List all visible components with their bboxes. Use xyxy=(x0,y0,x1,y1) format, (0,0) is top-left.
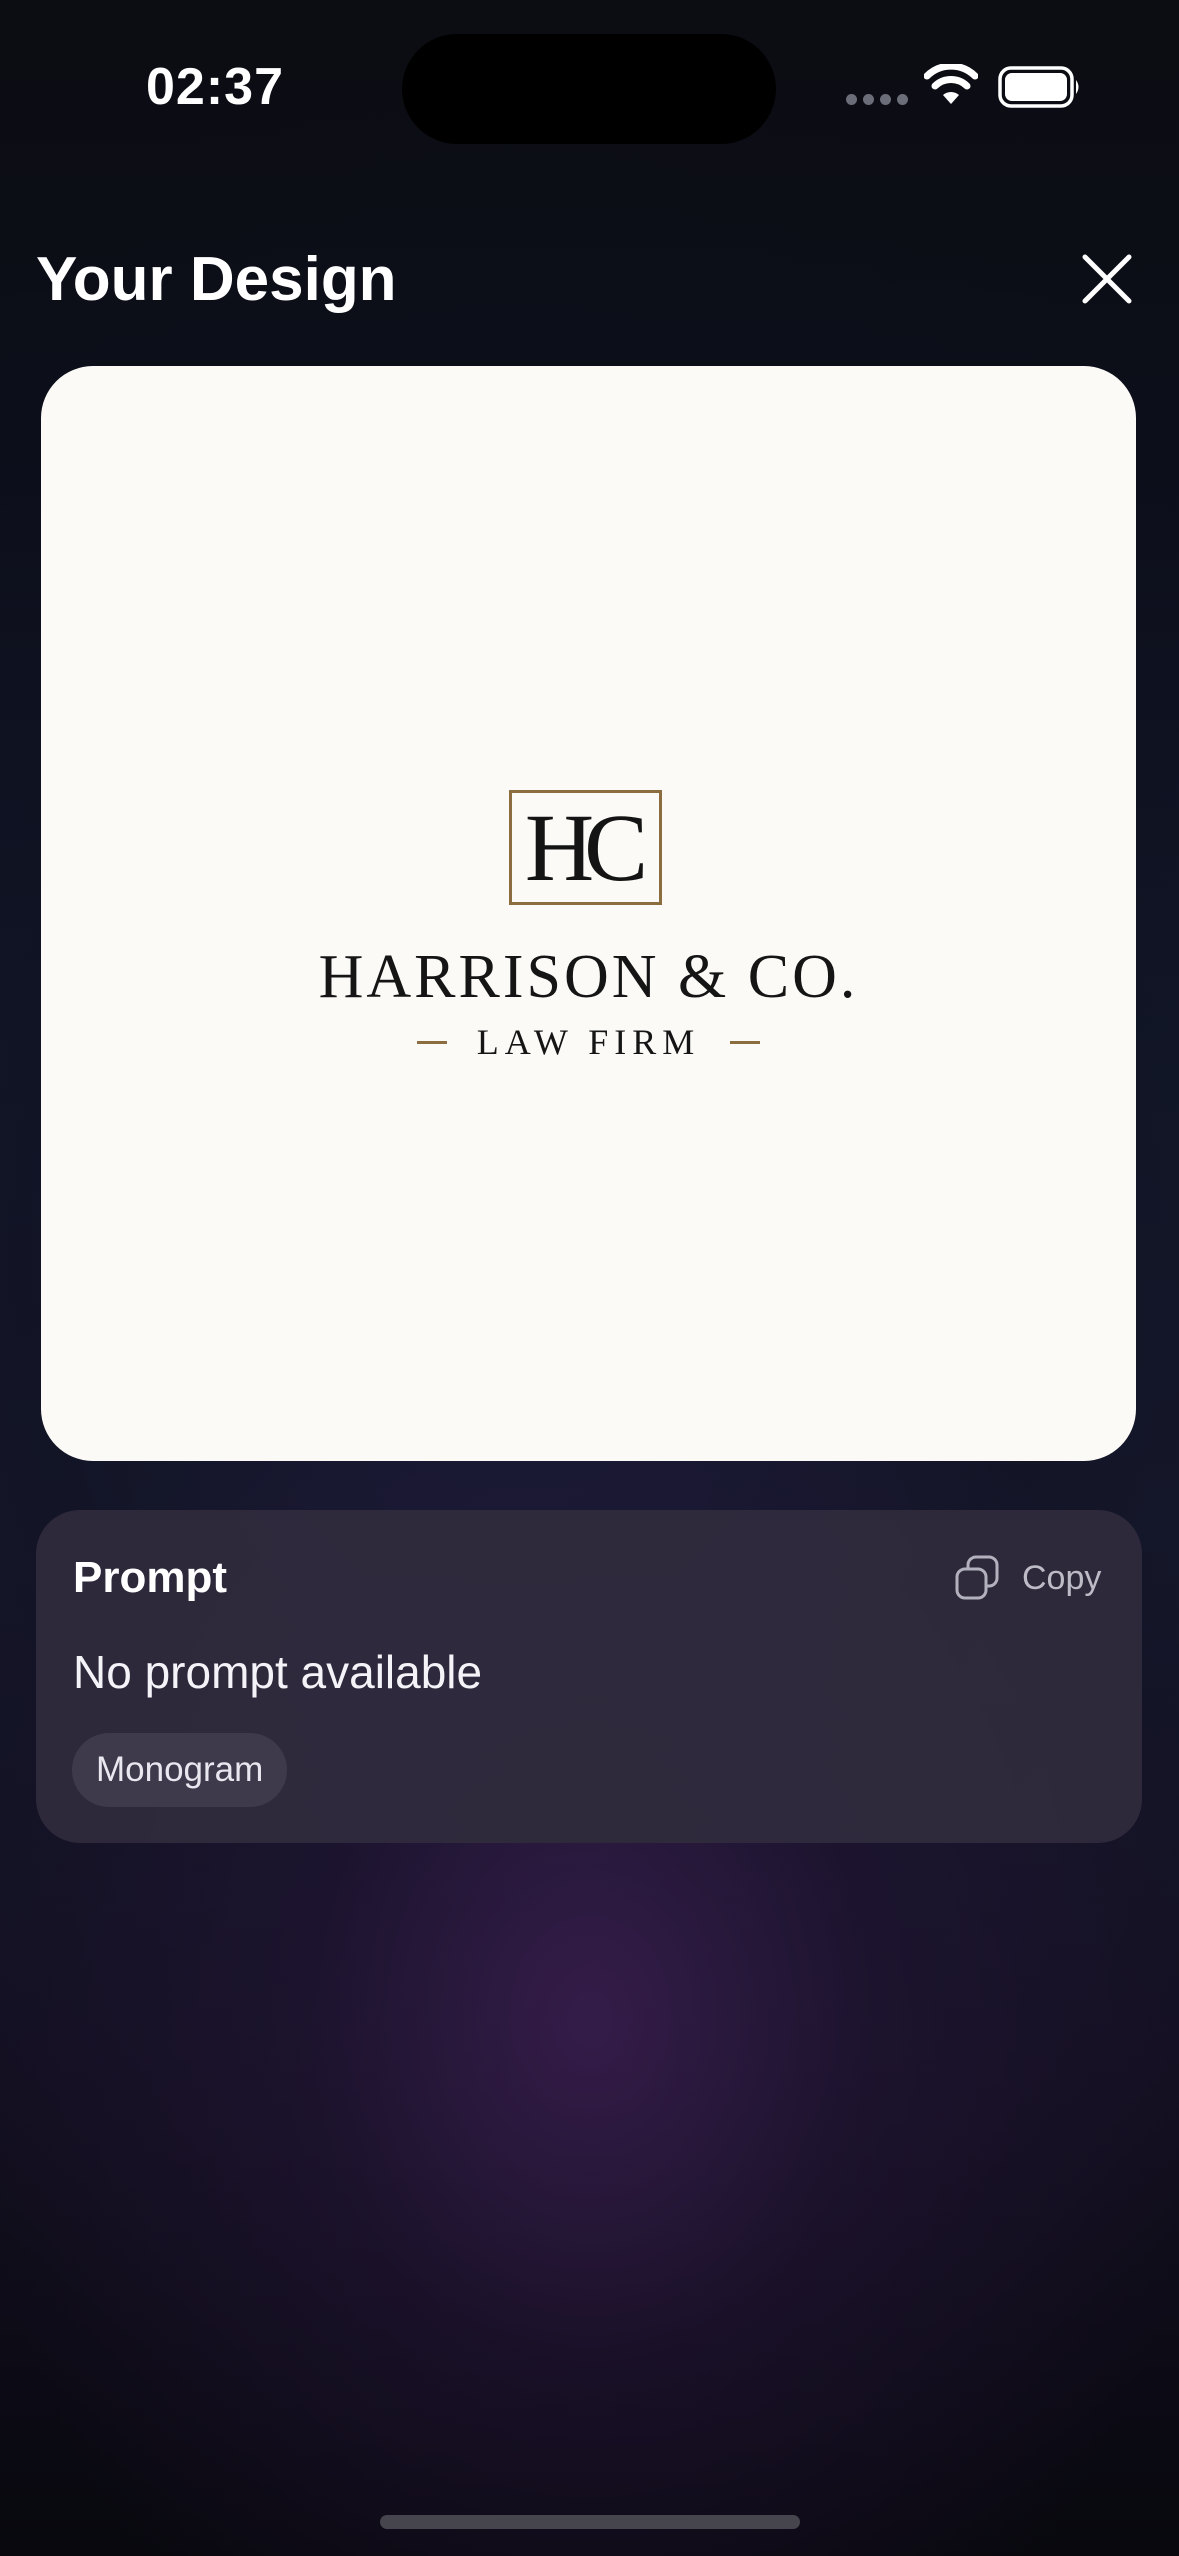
logo-monogram: HC xyxy=(509,790,662,905)
tagline-left-dash xyxy=(416,1040,447,1044)
close-icon xyxy=(1082,254,1132,304)
prompt-text: No prompt available xyxy=(73,1646,483,1698)
copy-label: Copy xyxy=(1022,1559,1102,1597)
logo-tagline: LAW FIRM xyxy=(476,1022,701,1062)
cellular-signal-icon xyxy=(846,94,908,105)
tag-chip-monogram[interactable]: Monogram xyxy=(72,1733,288,1807)
home-indicator[interactable] xyxy=(380,2515,800,2529)
copy-icon xyxy=(955,1555,999,1600)
logo-tagline-row: LAW FIRM xyxy=(41,1024,1136,1060)
prompt-panel: Prompt Copy No prompt available Monogram xyxy=(36,1510,1142,1843)
prompt-heading: Prompt xyxy=(73,1553,227,1602)
copy-button[interactable]: Copy xyxy=(954,1552,1101,1604)
page-title: Your Design xyxy=(36,245,397,314)
dynamic-island xyxy=(402,34,776,144)
logo-company-name: HARRISON & CO. xyxy=(318,943,859,1011)
wifi-icon xyxy=(924,64,978,104)
battery-icon xyxy=(998,66,1079,108)
design-preview-card[interactable]: HC HARRISON & CO. LAW FIRM xyxy=(41,366,1136,1461)
tagline-right-dash xyxy=(730,1040,761,1044)
status-time: 02:37 xyxy=(146,58,284,116)
close-button[interactable] xyxy=(1074,246,1140,312)
